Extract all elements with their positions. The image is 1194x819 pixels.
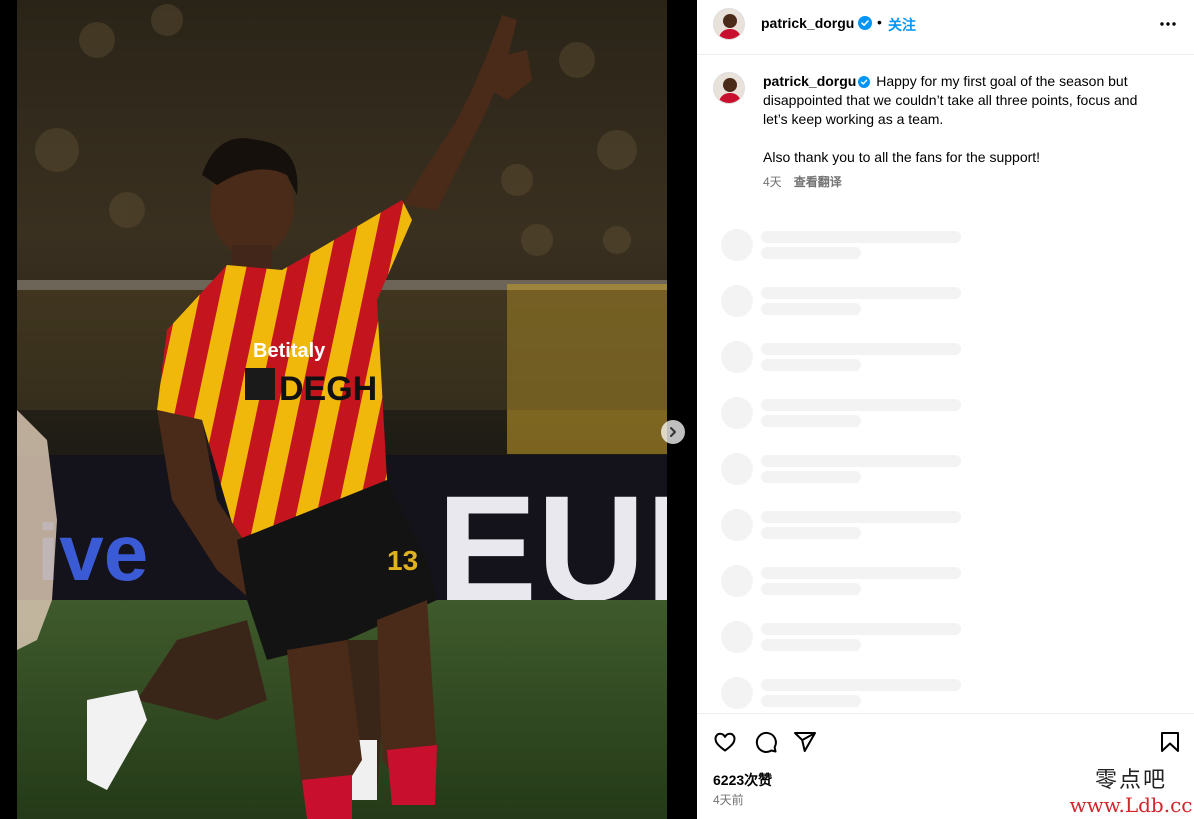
jersey-text: DEGH: [279, 370, 377, 408]
avatar-image: [714, 9, 744, 39]
author-avatar[interactable]: [713, 8, 745, 40]
comment-skeleton: [721, 565, 1161, 605]
avatar-image: [714, 73, 744, 103]
post-caption: patrick_dorgu Happy for my first goal of…: [763, 72, 1158, 167]
caption-username[interactable]: patrick_dorgu: [763, 73, 856, 89]
jersey-sponsor: Betitaly: [253, 340, 326, 362]
caption-avatar[interactable]: [713, 72, 745, 104]
chevron-right-icon: [670, 427, 676, 437]
comment-skeleton: [721, 341, 1161, 381]
site-watermark: 零点吧 www.Ldb.cc: [1068, 768, 1194, 819]
verified-badge-icon: [858, 76, 871, 88]
comment-skeleton: [721, 397, 1161, 437]
caption-meta: 4天 查看翻译: [763, 173, 842, 190]
follow-button[interactable]: 关注: [888, 15, 916, 35]
comment-skeleton: [721, 453, 1161, 493]
post-header: patrick_dorgu • 关注: [697, 0, 1194, 55]
send-icon[interactable]: [793, 730, 817, 754]
post-panel: patrick_dorgu • 关注 patrick_dorgu Happy f…: [697, 0, 1194, 819]
comment-skeleton: [721, 621, 1161, 661]
watermark-en: www.Ldb.cc: [1069, 793, 1193, 817]
watermark-cn: 零点吧: [1094, 768, 1167, 793]
more-horizontal-icon[interactable]: [1158, 14, 1178, 34]
see-translation-link[interactable]: 查看翻译: [794, 173, 842, 190]
shorts-number: 13: [387, 545, 418, 576]
comment-skeleton: [721, 229, 1161, 269]
author-username[interactable]: patrick_dorgu: [761, 15, 854, 31]
caption-age: 4天: [763, 175, 782, 189]
heart-icon[interactable]: [713, 730, 737, 754]
post-actions: 6223次赞 4天前 零点吧 www.Ldb.cc: [697, 713, 1194, 819]
post-timestamp: 4天前: [713, 793, 744, 807]
post-media: ive EUI Betitaly DEGH 13: [0, 0, 697, 819]
post-photo[interactable]: ive EUI Betitaly DEGH 13: [17, 0, 667, 819]
comment-skeleton: [721, 285, 1161, 325]
comment-skeleton: [721, 677, 1161, 717]
comment-icon[interactable]: [754, 730, 778, 754]
caption-text-2: Also thank you to all the fans for the s…: [763, 149, 1041, 165]
player-photo: ive EUI Betitaly DEGH 13: [17, 0, 667, 819]
verified-badge-icon: [858, 16, 872, 30]
comment-skeleton: [721, 509, 1161, 549]
next-photo-button[interactable]: [661, 420, 685, 444]
bookmark-icon[interactable]: [1158, 730, 1182, 754]
separator-dot: •: [877, 14, 882, 30]
like-count[interactable]: 6223次赞: [713, 770, 772, 790]
